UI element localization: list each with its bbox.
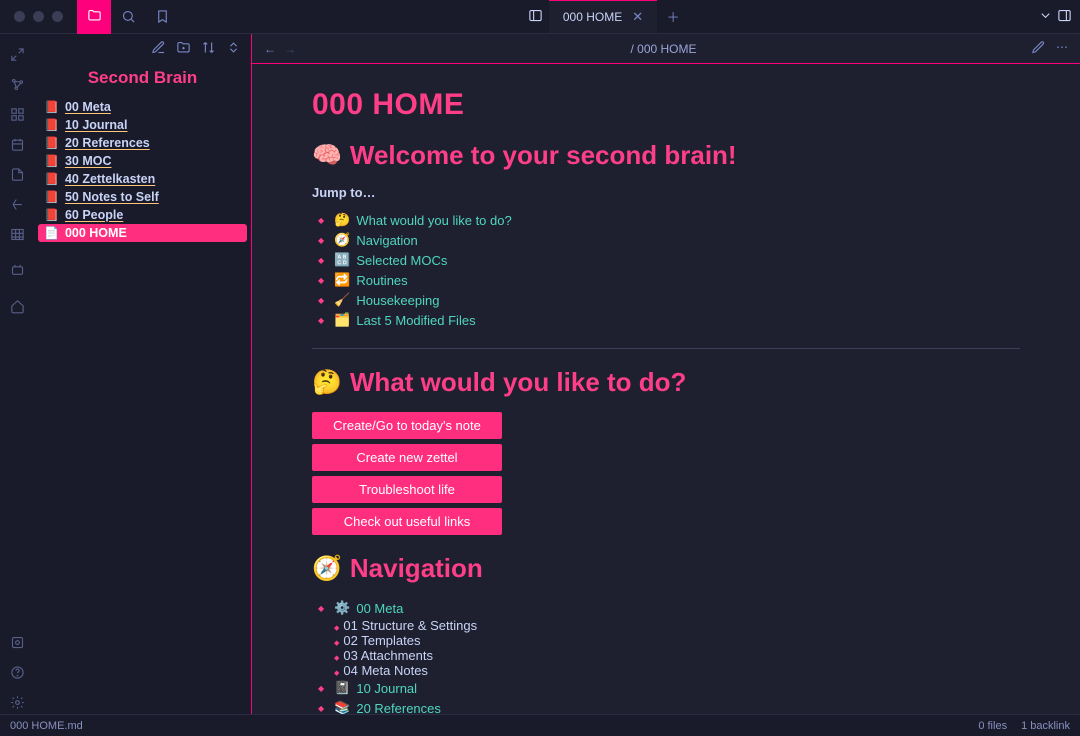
canvas-icon[interactable] — [5, 102, 29, 126]
brain-icon: 🧠 — [312, 141, 342, 170]
jump-list: 🤔What would you like to do? 🧭Navigation … — [318, 210, 1020, 330]
left-ribbon — [0, 34, 34, 714]
jump-item[interactable]: 🔠Selected MOCs — [318, 250, 1020, 270]
nav-subitem[interactable]: 03 Attachments — [334, 648, 1020, 663]
thinking-icon: 🤔 — [312, 368, 342, 397]
note-title: 000 HOME — [312, 88, 1020, 122]
navigation-heading: 🧭 Navigation — [312, 553, 1020, 584]
traffic-zoom[interactable] — [52, 11, 63, 22]
file-explorer-sidebar: Second Brain 📕00 Meta 📕10 Journal 📕20 Re… — [34, 34, 252, 714]
traffic-minimize[interactable] — [33, 11, 44, 22]
file-000-home[interactable]: 📄000 HOME — [38, 224, 247, 242]
create-zettel-button[interactable]: Create new zettel — [312, 444, 502, 471]
folder-icon: 📕 — [44, 208, 59, 222]
nav-forward-icon[interactable]: → — [284, 42, 296, 56]
welcome-heading: 🧠 Welcome to your second brain! — [312, 140, 1020, 171]
quick-switcher-icon[interactable] — [5, 42, 29, 66]
useful-links-button[interactable]: Check out useful links — [312, 508, 502, 535]
nav-list: ⚙️00 Meta — [318, 598, 1020, 618]
new-note-icon[interactable] — [151, 40, 166, 58]
collapse-icon[interactable] — [226, 40, 241, 58]
jump-item[interactable]: 🧭Navigation — [318, 230, 1020, 250]
folder-10-journal[interactable]: 📕10 Journal — [38, 116, 247, 134]
nav-item[interactable]: 📓10 Journal — [318, 678, 1020, 698]
table-icon[interactable] — [5, 222, 29, 246]
nav-item[interactable]: ⚙️00 Meta — [318, 598, 1020, 618]
file-tree: 📕00 Meta 📕10 Journal 📕20 References 📕30 … — [34, 98, 251, 242]
help-icon[interactable] — [5, 660, 29, 684]
close-icon[interactable]: ✕ — [632, 9, 643, 25]
folder-icon: 📕 — [44, 154, 59, 168]
nav-subitem[interactable]: 02 Templates — [334, 633, 1020, 648]
status-backlink-count[interactable]: 1 backlink — [1021, 720, 1070, 732]
jump-label: Jump to… — [312, 185, 1020, 200]
folder-icon: 📕 — [44, 190, 59, 204]
graph-icon[interactable] — [5, 72, 29, 96]
troubleshoot-life-button[interactable]: Troubleshoot life — [312, 476, 502, 503]
jump-item[interactable]: 🗂️Last 5 Modified Files — [318, 310, 1020, 330]
home-icon[interactable] — [5, 294, 29, 318]
sort-icon[interactable] — [201, 40, 216, 58]
folder-60-people[interactable]: 📕60 People — [38, 206, 247, 224]
nav-subitem[interactable]: 01 Structure & Settings — [334, 618, 1020, 633]
more-options-icon[interactable]: ⋯ — [1056, 40, 1068, 58]
jump-item[interactable]: 🧹Housekeeping — [318, 290, 1020, 310]
folder-icon: 📕 — [44, 100, 59, 114]
folder-20-references[interactable]: 📕20 References — [38, 134, 247, 152]
folder-icon: 📕 — [44, 172, 59, 186]
new-folder-icon[interactable] — [176, 40, 191, 58]
folder-icon: 📕 — [44, 136, 59, 150]
folder-icon: 📕 — [44, 118, 59, 132]
sidebar-toggle-left-icon[interactable] — [528, 8, 543, 26]
vault-icon[interactable] — [5, 630, 29, 654]
command-icon[interactable] — [5, 192, 29, 216]
note-content[interactable]: 000 HOME 🧠 Welcome to your second brain!… — [252, 64, 1080, 714]
template-icon[interactable] — [5, 162, 29, 186]
jump-item[interactable]: 🔁Routines — [318, 270, 1020, 290]
editor-main: ← → / 000 HOME ⋯ 000 HOME 🧠 Welcome to y… — [252, 34, 1080, 714]
file-icon: 📄 — [44, 226, 59, 240]
folder-50-notes-to-self[interactable]: 📕50 Notes to Self — [38, 188, 247, 206]
vault-title: Second Brain — [34, 68, 251, 88]
nav-item[interactable]: 📚20 References — [318, 698, 1020, 714]
breadcrumb-row: ← → / 000 HOME ⋯ — [252, 34, 1080, 64]
folder-00-meta[interactable]: 📕00 Meta — [38, 98, 247, 116]
sidebar-toolbar — [34, 34, 251, 64]
settings-icon[interactable] — [5, 690, 29, 714]
nav-sublist: 01 Structure & Settings 02 Templates 03 … — [334, 618, 1020, 678]
bookmarks-tab-icon[interactable] — [145, 0, 179, 34]
create-today-note-button[interactable]: Create/Go to today's note — [312, 412, 502, 439]
titlebar: 000 HOME ✕ ＋ — [0, 0, 1080, 34]
window-controls — [0, 11, 77, 22]
nav-back-icon[interactable]: ← — [264, 42, 276, 56]
new-tab-button[interactable]: ＋ — [657, 0, 689, 33]
breadcrumb[interactable]: / 000 HOME — [306, 42, 1021, 56]
file-explorer-tab-icon[interactable] — [77, 0, 111, 34]
jump-item[interactable]: 🤔What would you like to do? — [318, 210, 1020, 230]
folder-30-moc[interactable]: 📕30 MOC — [38, 152, 247, 170]
status-bar: 000 HOME.md 0 files 1 backlink — [0, 714, 1080, 736]
edit-mode-icon[interactable] — [1031, 40, 1046, 58]
compass-icon: 🧭 — [312, 554, 342, 583]
tab-000-home[interactable]: 000 HOME ✕ — [549, 0, 657, 33]
divider-bolt — [312, 348, 1020, 349]
sidebar-toggle-right-icon[interactable] — [1057, 8, 1072, 26]
search-tab-icon[interactable] — [111, 0, 145, 34]
daily-note-icon[interactable] — [5, 132, 29, 156]
nav-subitem[interactable]: 04 Meta Notes — [334, 663, 1020, 678]
what-heading: 🤔 What would you like to do? — [312, 367, 1020, 398]
traffic-close[interactable] — [14, 11, 25, 22]
tab-list: 000 HOME ✕ ＋ — [549, 0, 689, 33]
tab-title: 000 HOME — [563, 10, 622, 24]
status-file-count[interactable]: 0 files — [978, 720, 1007, 732]
nav-list: 📓10 Journal 📚20 References — [318, 678, 1020, 714]
media-icon[interactable] — [5, 258, 29, 282]
chevron-down-icon[interactable] — [1038, 8, 1053, 26]
status-filename: 000 HOME.md — [10, 720, 83, 732]
folder-40-zettelkasten[interactable]: 📕40 Zettelkasten — [38, 170, 247, 188]
